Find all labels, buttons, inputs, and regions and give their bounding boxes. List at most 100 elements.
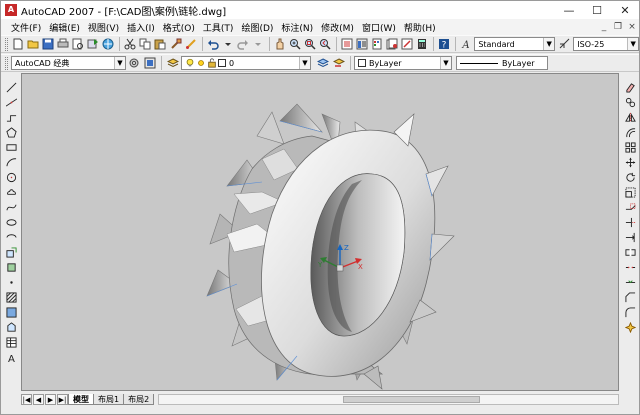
my-workspace-icon[interactable] <box>142 56 157 71</box>
menu-tools[interactable]: 工具(T) <box>199 21 238 34</box>
text-style-select[interactable]: Standard ▼ <box>474 37 556 51</box>
first-layout-button[interactable]: |◀ <box>21 394 32 405</box>
menu-edit[interactable]: 编辑(E) <box>45 21 84 34</box>
save-icon[interactable] <box>41 37 55 52</box>
text-style-icon[interactable]: A <box>459 37 473 52</box>
region-icon[interactable] <box>4 321 18 333</box>
menu-modify[interactable]: 修改(M) <box>317 21 358 34</box>
menu-window[interactable]: 窗口(W) <box>358 21 400 34</box>
break-at-point-icon[interactable] <box>623 246 637 258</box>
sun-icon[interactable] <box>196 56 206 71</box>
cut-icon[interactable] <box>123 37 137 52</box>
properties-icon[interactable] <box>340 37 354 52</box>
revision-cloud-icon[interactable] <box>4 186 18 198</box>
spline-icon[interactable] <box>4 201 18 213</box>
pan-icon[interactable] <box>273 37 287 52</box>
copy-object-icon[interactable] <box>623 96 637 108</box>
tab-layout1[interactable]: 布局1 <box>93 394 125 405</box>
point-icon[interactable] <box>4 276 18 288</box>
menu-insert[interactable]: 插入(I) <box>123 21 159 34</box>
tool-palettes-icon[interactable] <box>370 37 384 52</box>
markup-set-icon[interactable] <box>400 37 414 52</box>
workspace-select[interactable]: AutoCAD 经典 ▼ <box>11 56 126 70</box>
chevron-down-icon[interactable]: ▼ <box>627 38 639 50</box>
next-layout-button[interactable]: ▶ <box>45 394 56 405</box>
horizontal-scrollbar[interactable] <box>158 394 619 405</box>
minimize-button[interactable]: — <box>555 1 583 19</box>
make-block-icon[interactable] <box>4 261 18 273</box>
rotate-icon[interactable] <box>623 171 637 183</box>
quickcalc-icon[interactable] <box>415 37 429 52</box>
help-icon[interactable]: ? <box>437 37 451 52</box>
last-layout-button[interactable]: ▶| <box>57 394 68 405</box>
zoom-previous-icon[interactable] <box>318 37 332 52</box>
table-icon[interactable] <box>4 336 18 348</box>
move-icon[interactable] <box>623 156 637 168</box>
plot-preview-icon[interactable] <box>71 37 85 52</box>
new-icon[interactable] <box>11 37 25 52</box>
menu-help[interactable]: 帮助(H) <box>400 21 440 34</box>
polygon-icon[interactable] <box>4 126 18 138</box>
line-icon[interactable] <box>4 81 18 93</box>
polyline-icon[interactable] <box>4 111 18 123</box>
tab-layout2[interactable]: 布局2 <box>123 394 155 405</box>
lightbulb-icon[interactable] <box>185 56 195 71</box>
sheet-set-manager-icon[interactable] <box>385 37 399 52</box>
insert-block-icon[interactable] <box>4 246 18 258</box>
undo-dropdown-icon[interactable] <box>221 37 235 52</box>
drawing-close-button[interactable]: × <box>625 22 639 32</box>
publish-icon[interactable] <box>86 37 100 52</box>
layer-manager-icon[interactable] <box>165 56 180 71</box>
unlock-icon[interactable] <box>207 56 217 71</box>
menu-dimension[interactable]: 标注(N) <box>277 21 317 34</box>
trim-icon[interactable] <box>623 216 637 228</box>
block-editor-icon[interactable] <box>184 37 198 52</box>
chamfer-icon[interactable] <box>623 291 637 303</box>
ellipse-arc-icon[interactable] <box>4 231 18 243</box>
redo-dropdown-icon[interactable] <box>251 37 265 52</box>
paste-icon[interactable] <box>153 37 167 52</box>
extend-icon[interactable] <box>623 231 637 243</box>
linetype-control-select[interactable]: ByLayer <box>456 56 548 70</box>
make-current-layer-icon[interactable] <box>315 56 330 71</box>
match-properties-icon[interactable] <box>169 37 183 52</box>
arc-icon[interactable] <box>4 156 18 168</box>
layer-previous-icon[interactable] <box>331 56 346 71</box>
drawing-minimize-button[interactable]: _ <box>597 22 611 32</box>
mirror-icon[interactable] <box>623 111 637 123</box>
print-icon[interactable] <box>56 37 70 52</box>
color-control-select[interactable]: ByLayer ▼ <box>354 56 452 70</box>
rectangle-icon[interactable] <box>4 141 18 153</box>
multiline-text-icon[interactable]: A <box>4 351 18 363</box>
redo-icon[interactable] <box>236 37 250 52</box>
close-button[interactable]: ✕ <box>611 1 639 19</box>
dimension-style-icon[interactable] <box>558 37 572 52</box>
maximize-button[interactable]: ☐ <box>583 1 611 19</box>
autocad-app-icon[interactable]: A <box>5 4 17 16</box>
design-center-icon[interactable] <box>355 37 369 52</box>
undo-icon[interactable] <box>206 37 220 52</box>
construction-line-icon[interactable] <box>4 96 18 108</box>
stretch-icon[interactable] <box>623 201 637 213</box>
fillet-icon[interactable] <box>623 306 637 318</box>
array-icon[interactable] <box>623 141 637 153</box>
menu-view[interactable]: 视图(V) <box>84 21 123 34</box>
join-icon[interactable] <box>623 276 637 288</box>
menu-format[interactable]: 格式(O) <box>159 21 199 34</box>
zoom-realtime-icon[interactable] <box>288 37 302 52</box>
chevron-down-icon[interactable]: ▼ <box>299 57 310 69</box>
menu-file[interactable]: 文件(F) <box>7 21 45 34</box>
gradient-icon[interactable] <box>4 306 18 318</box>
chevron-down-icon[interactable]: ▼ <box>114 57 125 69</box>
dimension-style-select[interactable]: ISO-25 ▼ <box>573 37 640 51</box>
zoom-window-icon[interactable] <box>303 37 317 52</box>
hatch-icon[interactable] <box>4 291 18 303</box>
offset-icon[interactable] <box>623 126 637 138</box>
previous-layout-button[interactable]: ◀ <box>33 394 44 405</box>
break-icon[interactable] <box>623 261 637 273</box>
3d-dwf-icon[interactable] <box>101 37 115 52</box>
menu-draw[interactable]: 绘图(D) <box>237 21 277 34</box>
chevron-down-icon[interactable]: ▼ <box>543 38 555 50</box>
workspace-settings-icon[interactable] <box>126 56 141 71</box>
chevron-down-icon[interactable]: ▼ <box>440 57 451 69</box>
